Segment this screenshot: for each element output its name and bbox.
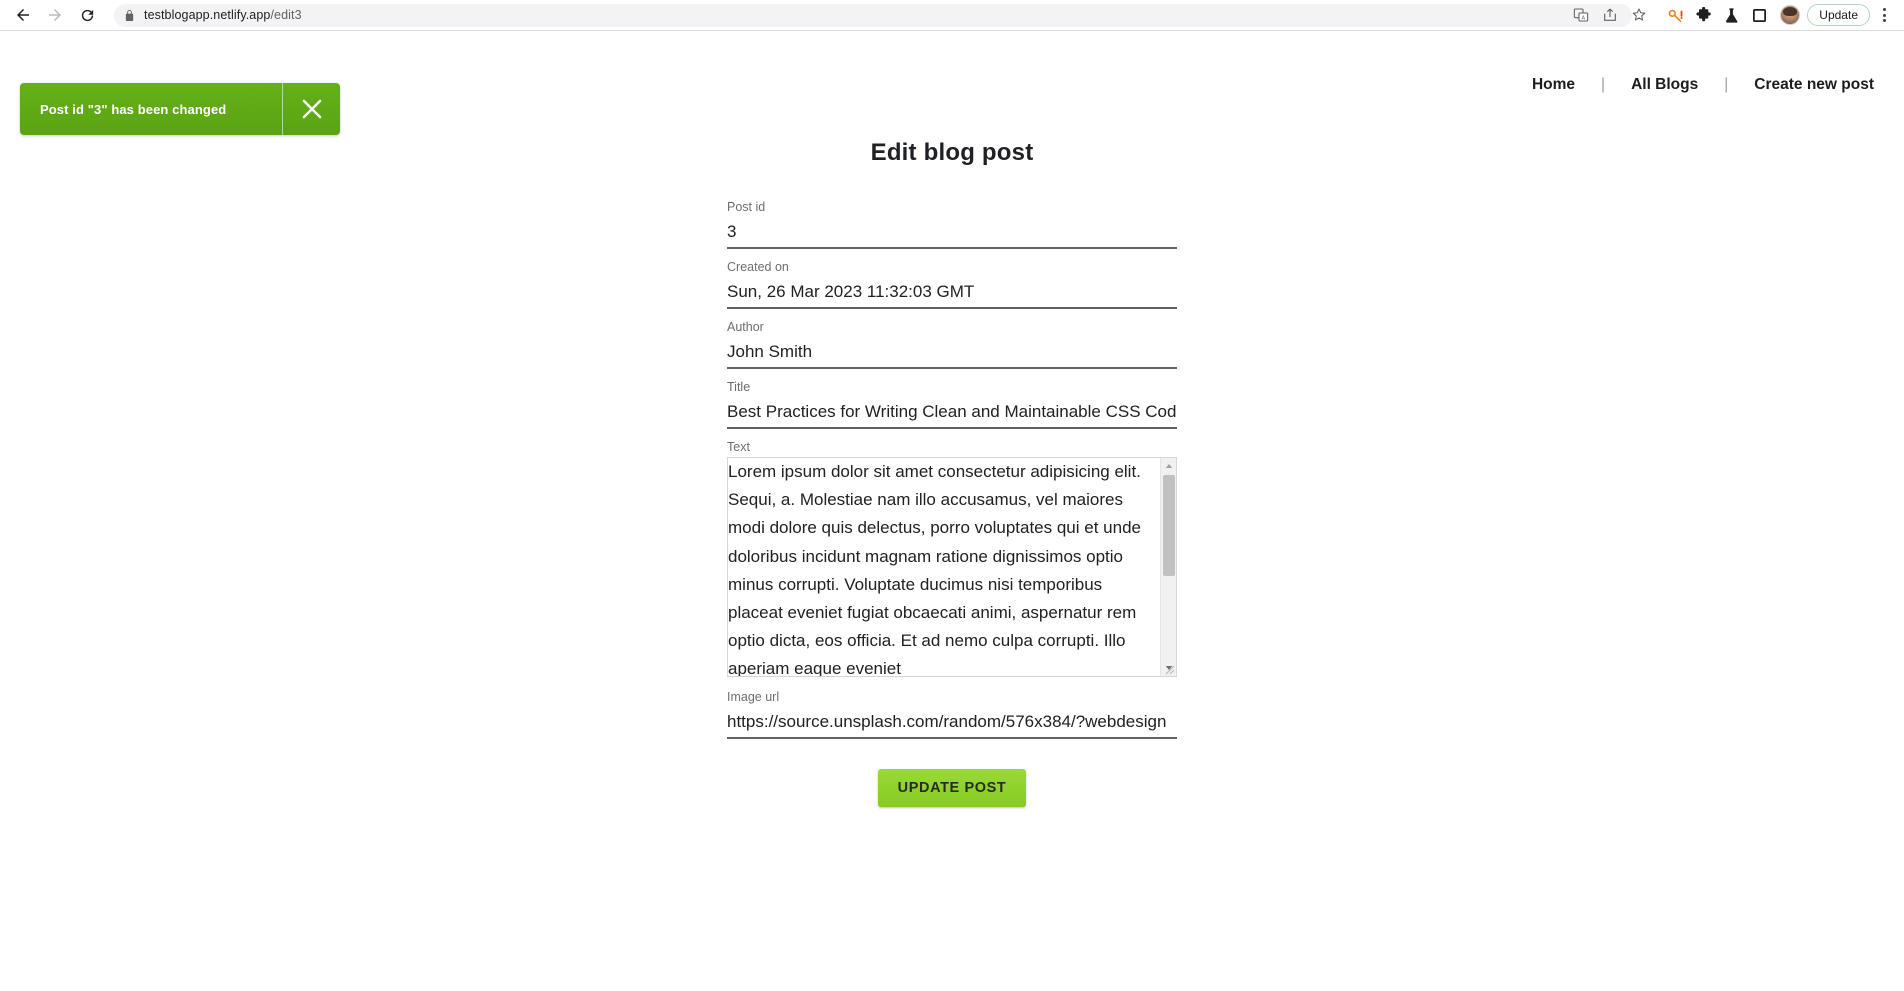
edit-blog-post-form: Edit blog post Post id Created on Author…: [727, 139, 1177, 807]
textarea-scrollbar[interactable]: [1160, 458, 1176, 676]
extensions-puzzle-icon[interactable]: [1690, 2, 1716, 28]
close-icon: [302, 99, 321, 119]
translate-icon[interactable]: A: [1568, 2, 1594, 28]
scroll-down-arrow-icon[interactable]: [1161, 660, 1177, 676]
site-navigation: Home | All Blogs | Create new post: [1532, 76, 1874, 94]
update-browser-button[interactable]: Update: [1807, 4, 1870, 26]
share-icon[interactable]: [1597, 2, 1623, 28]
profile-avatar[interactable]: [1780, 5, 1801, 25]
image-url-input[interactable]: [727, 707, 1177, 739]
page-body: Post id "3" has been changed Home | All …: [0, 31, 1904, 991]
field-label-author: Author: [727, 320, 764, 334]
field-label-created-on: Created on: [727, 260, 789, 274]
url-text: testblogapp.netlify.app/edit3: [144, 8, 302, 22]
reload-button[interactable]: [72, 0, 102, 30]
text-textarea-container: [727, 457, 1177, 677]
url-path: /edit3: [270, 8, 302, 22]
toast-notification: Post id "3" has been changed: [20, 83, 340, 135]
address-bar[interactable]: testblogapp.netlify.app/edit3: [114, 3, 1633, 27]
nav-link-all-blogs[interactable]: All Blogs: [1631, 76, 1698, 94]
scrollbar-thumb[interactable]: [1163, 475, 1175, 576]
post-id-input[interactable]: [727, 217, 1177, 249]
field-text: Text: [727, 439, 1177, 677]
author-input[interactable]: [727, 337, 1177, 369]
bookmark-star-icon[interactable]: [1626, 2, 1652, 28]
field-label-title: Title: [727, 380, 751, 394]
nav-link-create-new-post[interactable]: Create new post: [1754, 76, 1874, 94]
created-on-input[interactable]: [727, 277, 1177, 309]
browser-toolbar: testblogapp.netlify.app/edit3 A Update: [0, 0, 1904, 31]
field-author: Author: [727, 319, 1177, 369]
field-created-on: Created on: [727, 259, 1177, 309]
toast-message: Post id "3" has been changed: [40, 101, 227, 117]
lab-flask-icon[interactable]: [1718, 2, 1744, 28]
title-input[interactable]: [727, 397, 1177, 429]
url-domain: testblogapp.netlify.app: [144, 8, 271, 22]
square-panel-icon[interactable]: [1746, 2, 1772, 28]
field-label-image-url: Image url: [727, 690, 780, 704]
scroll-up-arrow-icon[interactable]: [1161, 458, 1177, 474]
omnibox-action-icons: A: [1568, 4, 1656, 27]
password-key-icon[interactable]: [1662, 2, 1688, 28]
nav-separator-1: |: [1601, 76, 1606, 93]
forward-button[interactable]: [40, 0, 70, 30]
field-image-url: Image url: [727, 689, 1177, 739]
navigation-buttons: [0, 0, 102, 30]
text-textarea[interactable]: [728, 458, 1161, 676]
nav-link-home[interactable]: Home: [1532, 76, 1575, 94]
kebab-menu-icon[interactable]: [1874, 2, 1894, 28]
field-label-post-id: Post id: [727, 200, 766, 214]
toast-close-button[interactable]: [282, 83, 340, 135]
browser-extension-icons: Update: [1662, 2, 1904, 28]
nav-separator-2: |: [1724, 76, 1729, 93]
field-label-text: Text: [727, 440, 750, 454]
field-post-id: Post id: [727, 199, 1177, 249]
back-button[interactable]: [8, 0, 38, 30]
submit-row: UPDATE POST: [727, 769, 1177, 807]
update-post-button[interactable]: UPDATE POST: [877, 769, 1027, 807]
page-title: Edit blog post: [870, 139, 1034, 166]
field-title: Title: [727, 379, 1177, 429]
svg-text:A: A: [1582, 15, 1586, 21]
lock-icon[interactable]: [124, 9, 135, 22]
